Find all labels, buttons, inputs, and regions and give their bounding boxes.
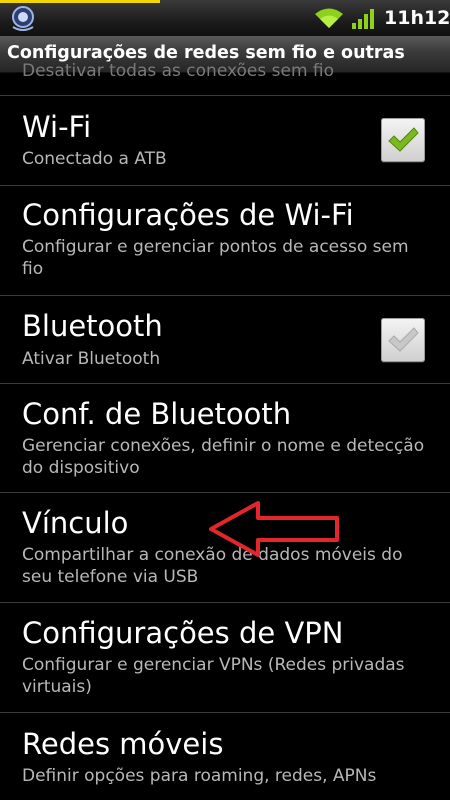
list-item-summary: Configurar e gerenciar pontos de acesso … <box>22 237 409 279</box>
list-item-summary: Configurar e gerenciar VPNs (Redes priva… <box>22 655 405 697</box>
list-item-title: Vínculo <box>22 506 129 540</box>
status-clock: 11h12 <box>384 7 450 29</box>
list-item-summary: Conectado a ATB <box>22 149 167 169</box>
list-item-title: Redes móveis <box>22 727 224 761</box>
list-item-title: Bluetooth <box>22 309 163 343</box>
list-item-title: Configurações de Wi-Fi <box>22 198 354 232</box>
list-item-title: Configurações de VPN <box>22 616 344 650</box>
signal-icon <box>352 9 374 29</box>
red-arrow-left-icon <box>209 501 339 557</box>
status-bar: 11h12 <box>0 0 450 36</box>
wifi-icon <box>315 8 343 28</box>
list-item-summary: Gerenciar conexões, definir o nome e det… <box>22 436 425 478</box>
list-item-wifi-settings[interactable]: Configurações de Wi-Fi Configurar e gere… <box>0 185 450 295</box>
checkmark-icon <box>388 127 419 152</box>
checkmark-icon <box>388 327 419 352</box>
list-item-wifi[interactable]: Wi-Fi Conectado a ATB <box>0 95 450 185</box>
partial-item-summary: Desativar todas as conexões sem fio <box>22 61 335 81</box>
list-item-summary: Definir opções para roaming, redes, APNs <box>22 766 377 786</box>
list-item-bluetooth[interactable]: Bluetooth Ativar Bluetooth <box>0 295 450 383</box>
list-item-mobile-networks[interactable]: Redes móveis Definir opções para roaming… <box>0 712 450 800</box>
notification-icon[interactable] <box>6 3 40 33</box>
list-item-title: Wi-Fi <box>22 110 92 144</box>
wifi-checkbox[interactable] <box>381 118 425 162</box>
list-item-title: Conf. de Bluetooth <box>22 397 292 431</box>
bluetooth-checkbox[interactable] <box>381 318 425 362</box>
list-item-vpn-settings[interactable]: Configurações de VPN Configurar e gerenc… <box>0 602 450 712</box>
list-item-summary: Ativar Bluetooth <box>22 349 161 369</box>
list-item-bluetooth-settings[interactable]: Conf. de Bluetooth Gerenciar conexões, d… <box>0 383 450 492</box>
